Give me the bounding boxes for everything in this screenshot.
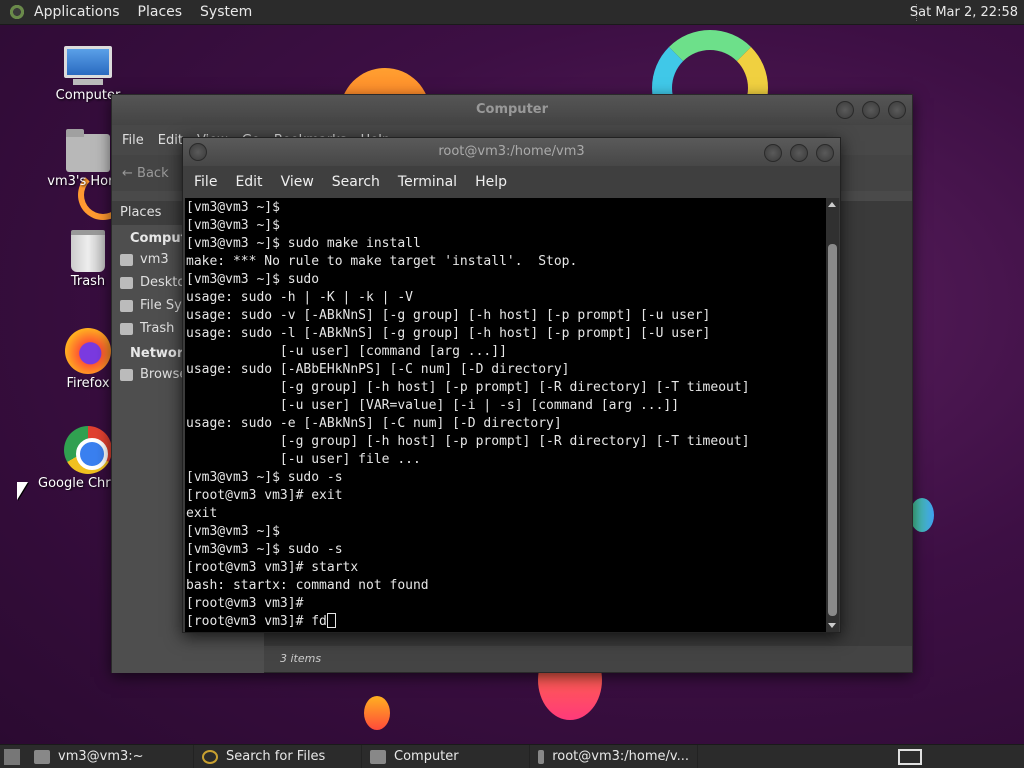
window-titlebar[interactable]: root@vm3:/home/vm3 [183,138,840,166]
terminal-line: [vm3@vm3 ~]$ [186,524,280,539]
menubar: File Edit View Search Terminal Help [183,166,840,198]
terminal-prompt-line[interactable]: [root@vm3 vm3]# fd [186,613,827,631]
terminal-icon [538,749,545,764]
terminal-output[interactable]: [vm3@vm3 ~]$ [vm3@vm3 ~]$ [vm3@vm3 ~]$ s… [185,198,827,632]
terminal-line: [-u user] file ... [186,452,421,467]
terminal-window[interactable]: root@vm3:/home/vm3 File Edit View Search… [182,137,841,633]
menu-help[interactable]: Help [475,174,507,190]
terminal-line: [root@vm3 vm3]# [186,596,304,611]
computer-icon [370,749,386,764]
terminal-line: [vm3@vm3 ~]$ sudo -s [186,470,343,485]
window-title: Computer [475,102,549,117]
scrollbar-thumb[interactable] [828,244,837,616]
wallpaper-blob [364,696,390,730]
task-label: Computer [394,749,459,764]
menu-file[interactable]: File [122,133,144,148]
terminal-line: [-u user] [VAR=value] [-i | -s] [command… [186,398,680,413]
terminal-line: [vm3@vm3 ~]$ sudo [186,272,320,287]
menu-search[interactable]: Search [332,174,380,190]
terminal-line: bash: startx: command not found [186,578,429,593]
terminal-line: [-u user] [command [arg ...]] [186,344,507,359]
scroll-down-icon[interactable] [828,623,836,628]
task-label: vm3@vm3:~ [58,749,144,764]
text-cursor [326,613,336,628]
scrollbar[interactable] [826,198,839,632]
terminal-line: [vm3@vm3 ~]$ sudo -s [186,542,343,557]
back-arrow-icon: ← [122,165,133,181]
scroll-up-icon[interactable] [828,202,836,207]
home-folder-icon [66,129,110,172]
terminal-line: exit [186,506,218,521]
terminal-line: [vm3@vm3 ~]$ [186,218,280,233]
taskbar-item-computer[interactable]: Computer [362,744,530,768]
terminal-line: [root@vm3 vm3]# exit [186,488,343,503]
bottom-panel: vm3@vm3:~ Search for Files Computer root… [0,744,1024,768]
status-bar: 3 items [264,646,912,672]
window-title: root@vm3:/home/vm3 [438,144,585,159]
terminal-line: usage: sudo -l [-ABkNnS] [-g group] [-h … [186,326,711,341]
workspace-switcher[interactable] [898,749,922,765]
menu-view[interactable]: View [281,174,314,190]
menu-file[interactable]: File [194,174,217,190]
trash-icon [71,230,105,272]
close-button[interactable] [816,144,834,162]
computer-icon [64,46,112,86]
search-icon [202,749,218,764]
maximize-button[interactable] [790,144,808,162]
menu-edit[interactable]: Edit [158,133,183,148]
terminal-line: usage: sudo -v [-ABkNnS] [-g group] [-h … [186,308,711,323]
taskbar-item-terminal-vm3[interactable]: vm3@vm3:~ [26,744,194,768]
menu-terminal[interactable]: Terminal [398,174,457,190]
terminal-prompt: [root@vm3 vm3]# fd [186,614,327,629]
wallpaper-blob [910,498,934,532]
show-desktop-button[interactable] [4,748,20,765]
task-label: Search for Files [226,749,326,764]
menu-edit[interactable]: Edit [235,174,262,190]
clock[interactable]: Sat Mar 2, 22:58 [910,5,1018,20]
menu-places[interactable]: Places [138,4,183,20]
chrome-icon [64,426,112,474]
minimize-button[interactable] [764,144,782,162]
firefox-icon [65,328,111,374]
window-menu-button[interactable] [189,143,207,161]
terminal-line: [root@vm3 vm3]# startx [186,560,359,575]
mouse-pointer-icon [17,482,28,500]
menu-applications[interactable]: Applications [34,4,120,20]
back-label: Back [137,165,169,181]
terminal-line: usage: sudo -h | -K | -k | -V [186,290,413,305]
taskbar-item-terminal-root[interactable]: root@vm3:/home/v... [530,744,698,768]
terminal-icon [34,749,50,764]
top-panel: Applications Places System Sat Mar 2, 22… [0,0,1024,25]
terminal-line: [-g group] [-h host] [-p prompt] [-R dir… [186,380,750,395]
terminal-line: [vm3@vm3 ~]$ sudo make install [186,236,421,251]
terminal-line: [vm3@vm3 ~]$ [186,200,280,215]
terminal-line: make: *** No rule to make target 'instal… [186,254,578,269]
window-titlebar[interactable]: Computer [112,95,912,125]
menu-system[interactable]: System [200,4,252,20]
terminal-line: usage: sudo [-ABbEHkNnPS] [-C num] [-D d… [186,362,570,377]
terminal-line: [-g group] [-h host] [-p prompt] [-R dir… [186,434,750,449]
back-button[interactable]: ← Back [122,166,169,181]
maximize-button[interactable] [862,101,880,119]
distro-logo-icon[interactable] [8,3,26,21]
close-button[interactable] [888,101,906,119]
taskbar-item-search[interactable]: Search for Files [194,744,362,768]
minimize-button[interactable] [836,101,854,119]
terminal-line: usage: sudo -e [-ABkNnS] [-C num] [-D di… [186,416,562,431]
task-label: root@vm3:/home/v... [552,749,689,764]
